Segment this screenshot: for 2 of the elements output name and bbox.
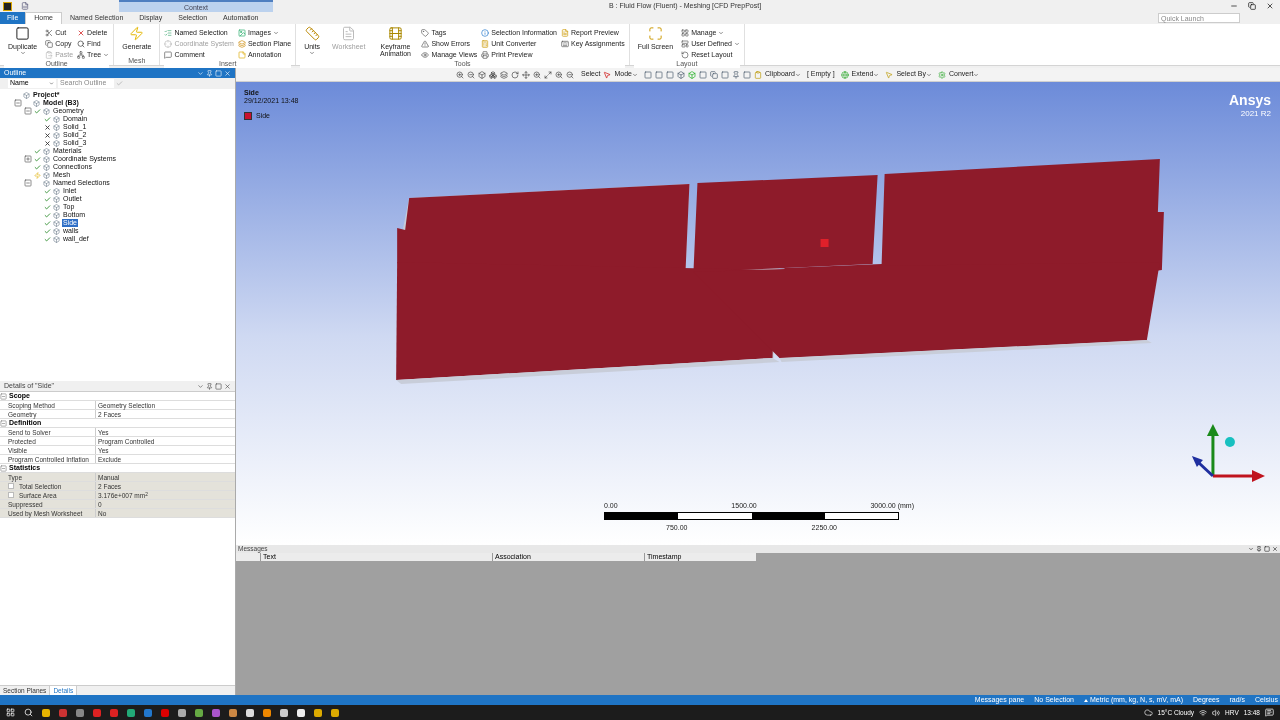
brand-logo: Ansys	[1228, 92, 1271, 108]
version-label: 2021 R2	[1240, 108, 1271, 120]
